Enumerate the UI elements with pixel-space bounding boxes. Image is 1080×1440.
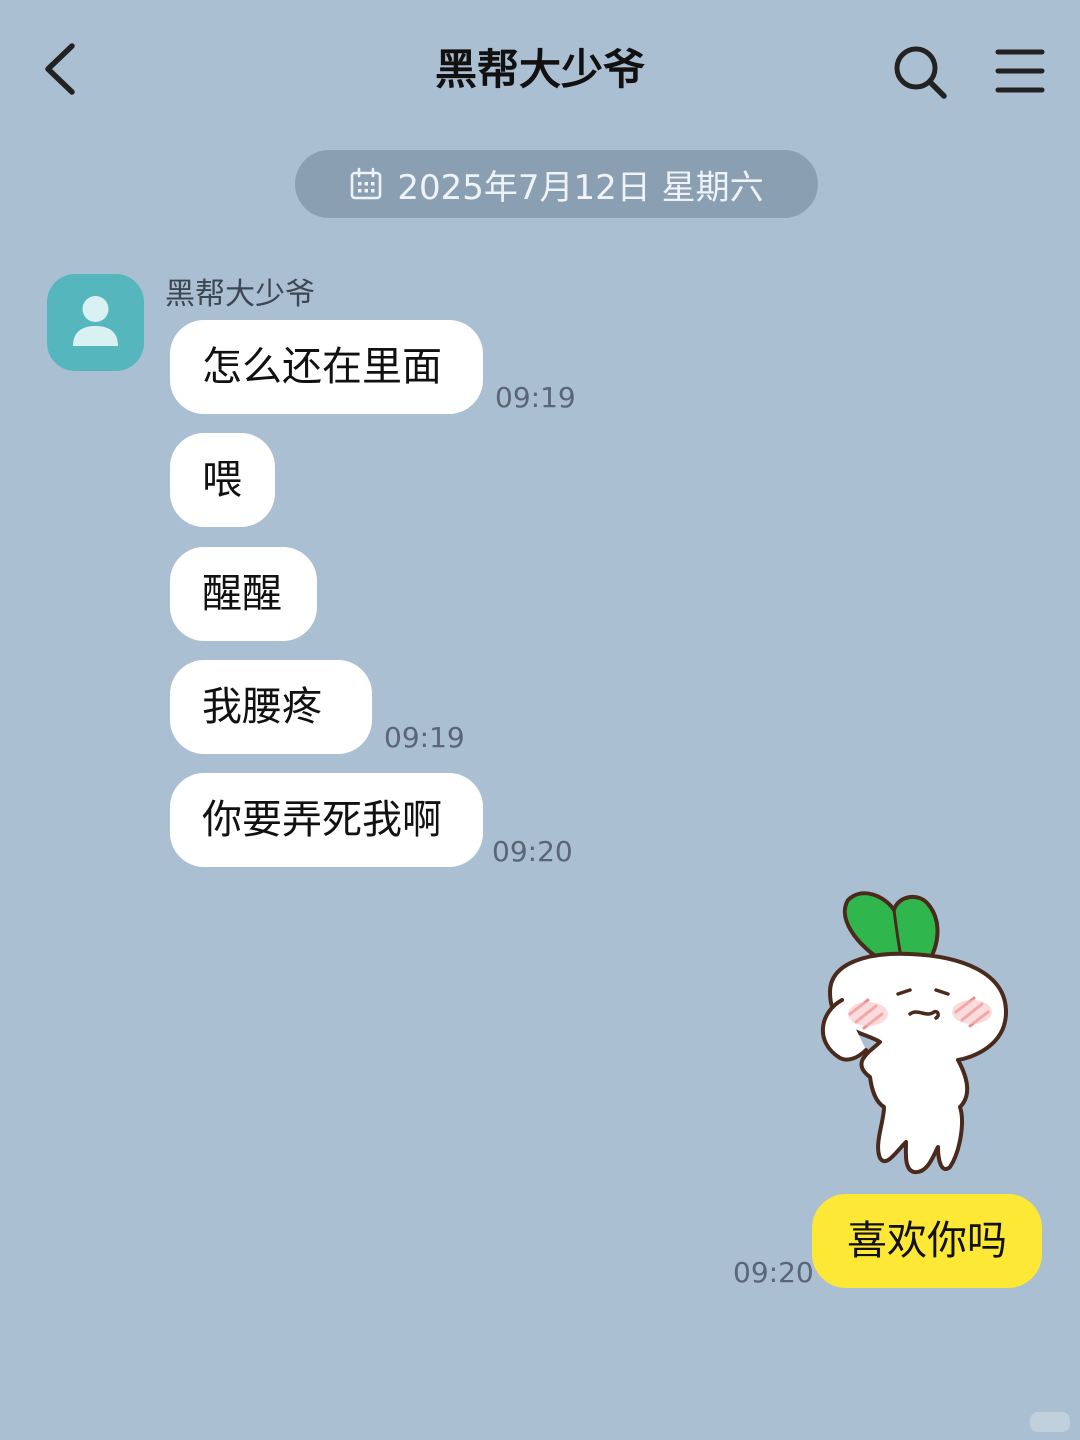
message-time: 09:20 [733,1256,814,1289]
search-button[interactable] [888,40,952,104]
calendar-icon [351,167,382,200]
radish-character-sticker [821,891,1008,1175]
default-user-icon [73,296,118,346]
search-icon [894,46,947,99]
message-time: 09:20 [492,835,573,868]
date-divider: 2025年7月12日 星期六 [295,150,818,218]
avatar[interactable] [47,274,144,371]
message-bubble[interactable]: 你要弄死我啊 [170,773,483,867]
watermark [1030,1412,1070,1432]
menu-button[interactable] [990,42,1050,102]
date-text: 2025年7月12日 星期六 [397,167,764,208]
radish-sticker[interactable] [810,882,1020,1182]
hamburger-menu-icon [995,49,1045,93]
message-bubble[interactable]: 怎么还在里面 [170,320,483,414]
sender-name: 黑帮大少爷 [165,277,315,312]
message-time: 09:19 [495,381,576,414]
message-bubble[interactable]: 喂 [170,433,275,527]
message-bubble[interactable]: 醒醒 [170,547,317,641]
message-time: 09:19 [384,721,465,754]
sent-message-bubble[interactable]: 喜欢你吗 [812,1194,1042,1288]
message-bubble[interactable]: 我腰疼 [170,660,372,754]
